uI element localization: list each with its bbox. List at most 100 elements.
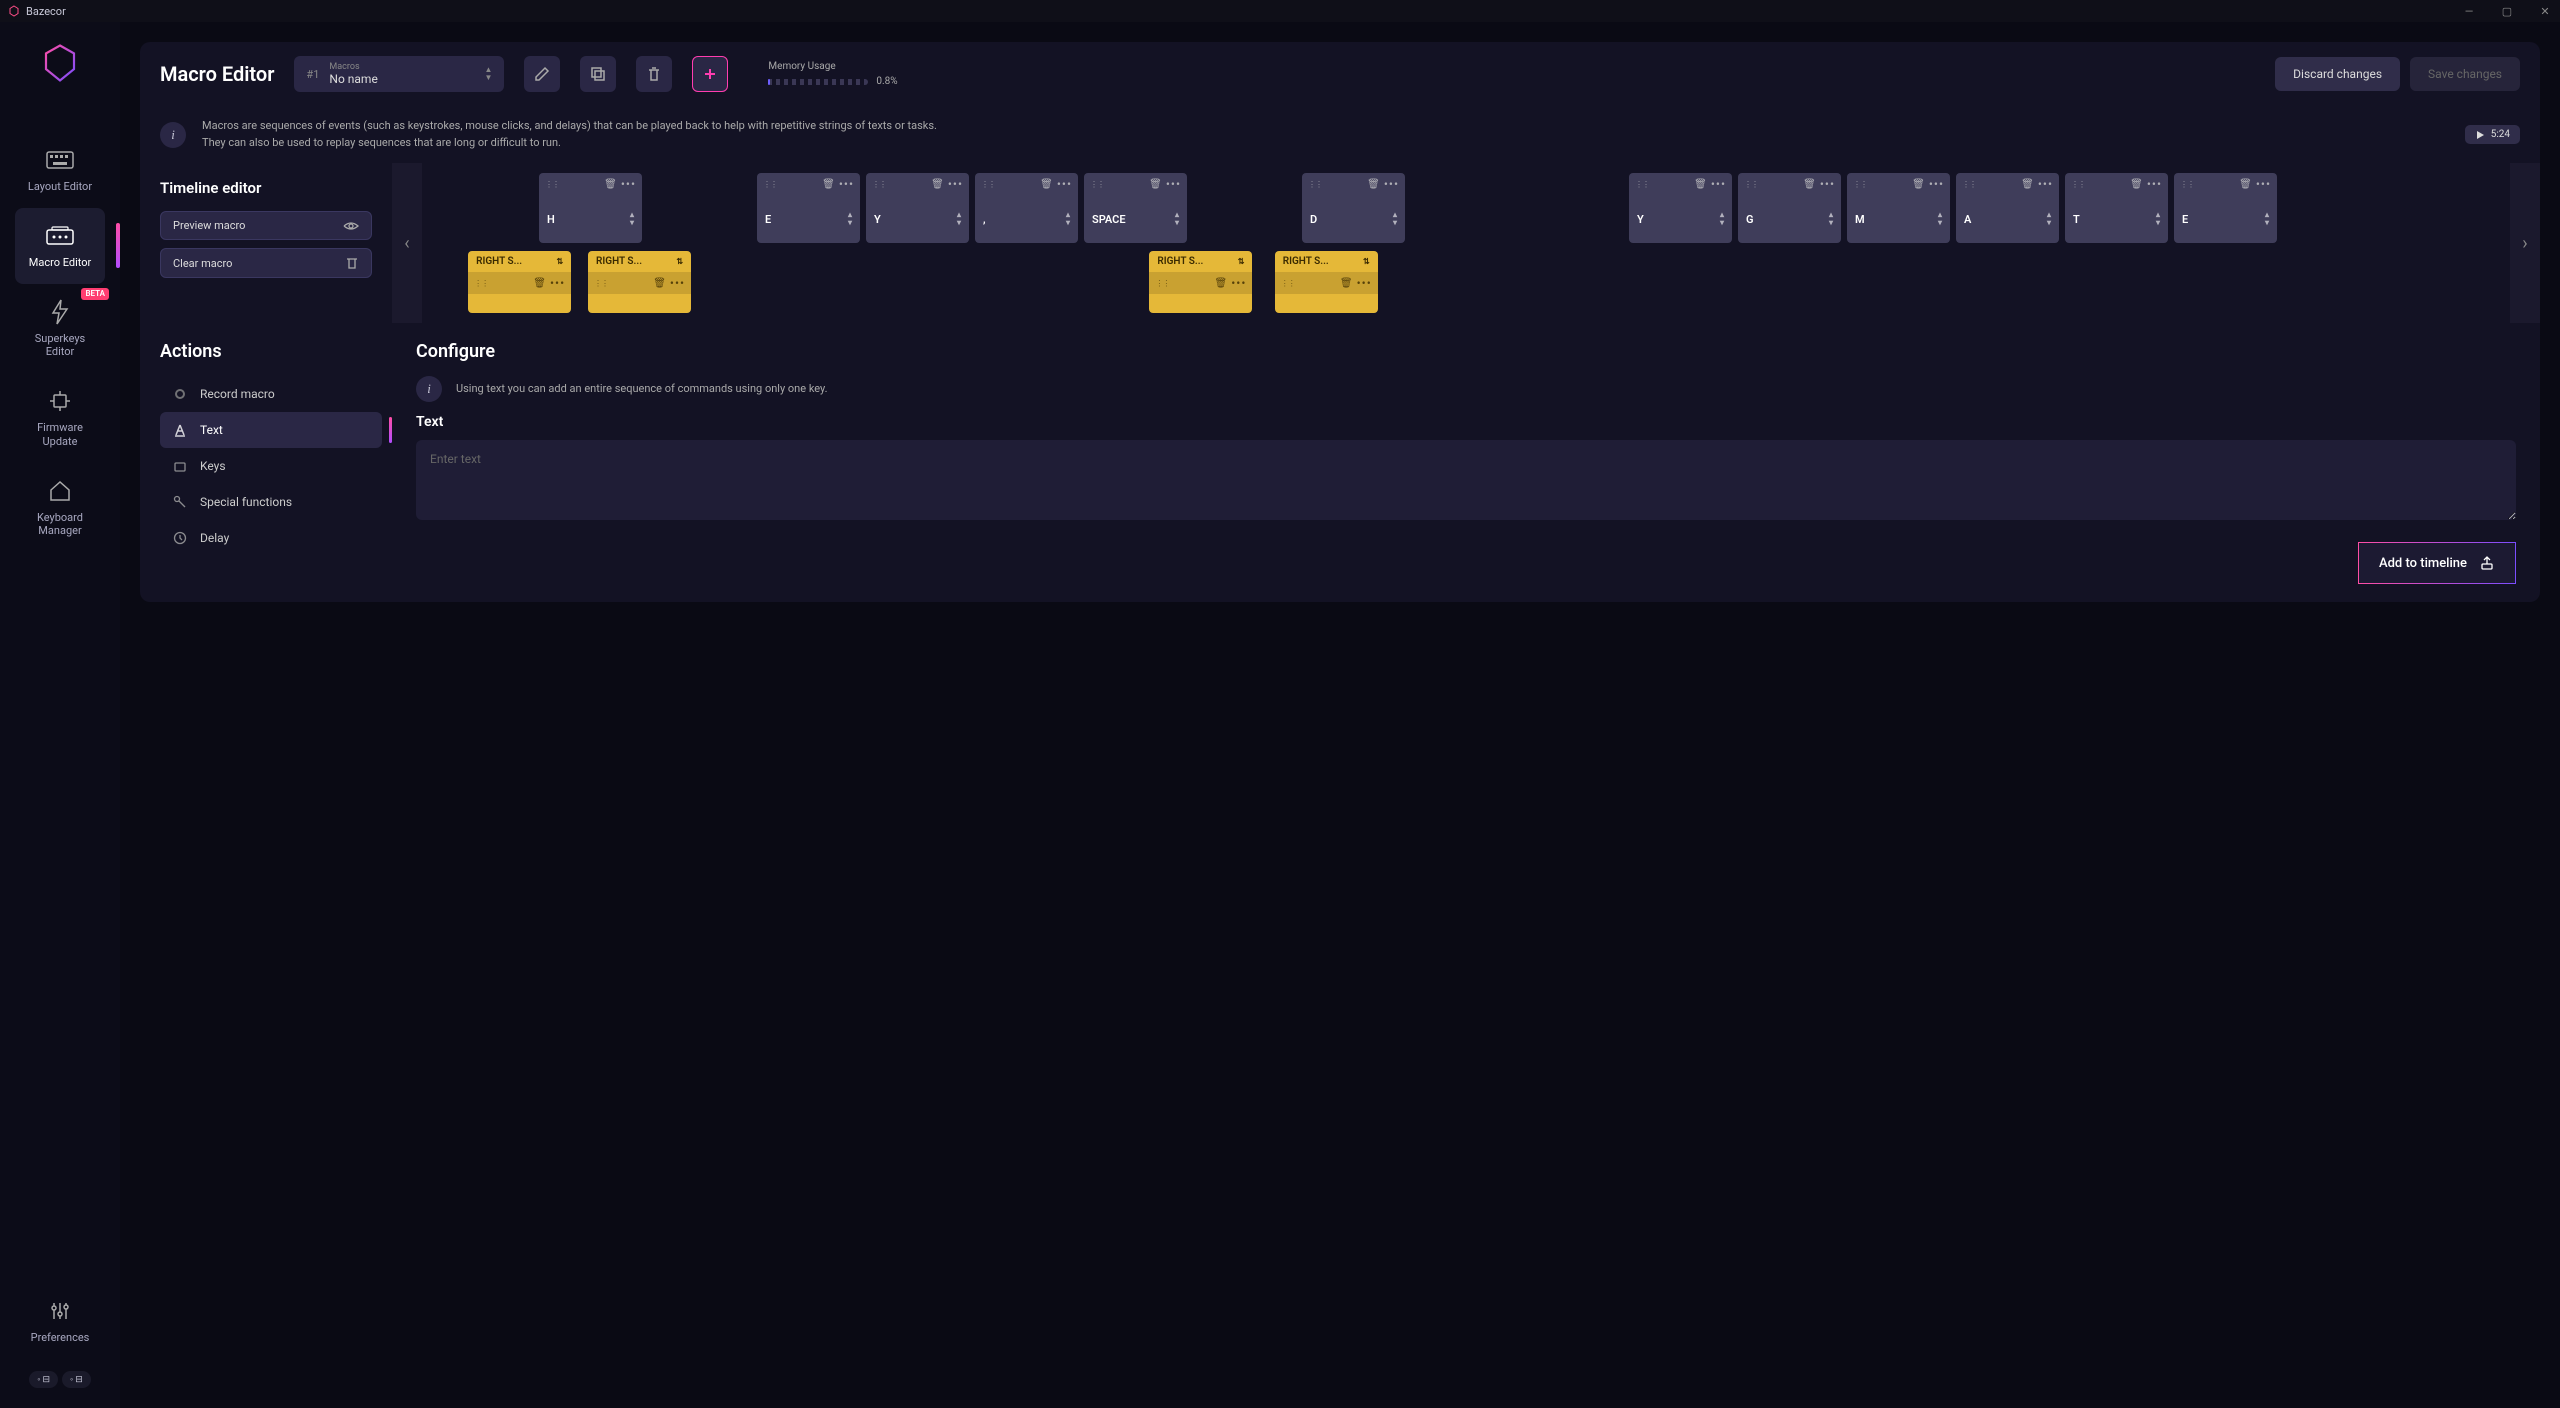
nav-macro-editor[interactable]: Macro Editor [15,208,105,284]
timeline-key-card[interactable]: ⋮⋮ 🗑 ••• Y ▴▾ [866,173,969,243]
window-maximize[interactable]: ▢ [2500,4,2514,18]
add-to-timeline-button[interactable]: Add to timeline [2358,542,2516,584]
drag-handle-icon[interactable]: ⋮⋮ [545,180,559,189]
action-special-functions[interactable]: Special functions [160,484,382,520]
action-record-macro[interactable]: Record macro [160,376,382,412]
window-close[interactable]: ✕ [2538,4,2552,18]
chevron-updown-icon[interactable]: ⇅ [676,257,683,266]
more-icon[interactable]: ••• [1384,177,1399,191]
timeline-key-card[interactable]: ⋮⋮ 🗑 ••• SPACE ▴▾ [1084,173,1187,243]
timeline-scroll-left[interactable]: ‹ [392,163,422,323]
more-icon[interactable]: ••• [1820,177,1835,191]
nav-firmware-update[interactable]: Firmware Update [15,373,105,463]
trash-icon[interactable]: 🗑 [1803,179,1816,190]
timeline-key-card[interactable]: ⋮⋮ 🗑 ••• , ▴▾ [975,173,1078,243]
more-icon[interactable]: ••• [2038,177,2053,191]
chevron-updown-icon[interactable]: ⇅ [1238,257,1245,266]
timeline-key-card[interactable]: ⋮⋮ 🗑 ••• H ▴▾ [539,173,642,243]
trash-icon[interactable]: 🗑 [1367,179,1380,190]
trash-icon[interactable]: 🗑 [1340,278,1353,289]
drag-handle-icon[interactable]: ⋮⋮ [1308,180,1322,189]
timeline-key-card[interactable]: ⋮⋮ 🗑 ••• Y ▴▾ [1629,173,1732,243]
timeline-key-card[interactable]: ⋮⋮ 🗑 ••• D ▴▾ [1302,173,1405,243]
chevron-updown-icon[interactable]: ▴▾ [1938,211,1942,227]
timeline-key-card[interactable]: ⋮⋮ 🗑 ••• T ▴▾ [2065,173,2168,243]
drag-handle-icon[interactable]: ⋮⋮ [1155,279,1169,288]
nav-layout-editor[interactable]: Layout Editor [15,132,105,208]
drag-handle-icon[interactable]: ⋮⋮ [981,180,995,189]
more-icon[interactable]: ••• [550,276,565,290]
copy-button[interactable] [580,56,616,92]
drag-handle-icon[interactable]: ⋮⋮ [1635,180,1649,189]
timeline-modifier-card[interactable]: RIGHT S... ⇅ ⋮⋮ 🗑 ••• [588,251,691,313]
trash-icon[interactable]: 🗑 [653,278,666,289]
action-text[interactable]: Text [160,412,382,448]
timeline-key-card[interactable]: ⋮⋮ 🗑 ••• E ▴▾ [757,173,860,243]
drag-handle-icon[interactable]: ⋮⋮ [1281,279,1295,288]
more-icon[interactable]: ••• [1711,177,1726,191]
action-keys[interactable]: Keys [160,448,382,484]
toggle-right[interactable]: ◦⊟ [62,1371,91,1388]
chevron-updown-icon[interactable]: ▴▾ [1720,211,1724,227]
save-button[interactable]: Save changes [2410,57,2520,91]
chevron-updown-icon[interactable]: ▴▾ [1066,211,1070,227]
more-icon[interactable]: ••• [1057,177,1072,191]
action-delay[interactable]: Delay [160,520,382,556]
drag-handle-icon[interactable]: ⋮⋮ [474,279,488,288]
nav-superkeys-editor[interactable]: BETA Superkeys Editor [15,284,105,374]
clear-macro-button[interactable]: Clear macro [160,248,372,278]
chevron-updown-icon[interactable]: ▴▾ [2156,211,2160,227]
more-icon[interactable]: ••• [948,177,963,191]
chevron-updown-icon[interactable]: ▴▾ [2265,211,2269,227]
timeline-key-card[interactable]: ⋮⋮ 🗑 ••• A ▴▾ [1956,173,2059,243]
more-icon[interactable]: ••• [1929,177,1944,191]
delete-button[interactable] [636,56,672,92]
trash-icon[interactable]: 🗑 [822,179,835,190]
timeline-key-card[interactable]: ⋮⋮ 🗑 ••• G ▴▾ [1738,173,1841,243]
more-icon[interactable]: ••• [2147,177,2162,191]
macro-selector[interactable]: #1 Macros No name ▲▼ [294,56,504,92]
drag-handle-icon[interactable]: ⋮⋮ [1853,180,1867,189]
drag-handle-icon[interactable]: ⋮⋮ [2180,180,2194,189]
add-button[interactable] [692,56,728,92]
nav-preferences[interactable]: Preferences [15,1283,105,1359]
more-icon[interactable]: ••• [621,177,636,191]
chevron-updown-icon[interactable]: ▴▾ [848,211,852,227]
trash-icon[interactable]: 🗑 [931,179,944,190]
chevron-updown-icon[interactable]: ⇅ [556,257,563,266]
chevron-updown-icon[interactable]: ▴▾ [2047,211,2051,227]
trash-icon[interactable]: 🗑 [533,278,546,289]
more-icon[interactable]: ••• [2256,177,2271,191]
more-icon[interactable]: ••• [1357,276,1372,290]
window-minimize[interactable]: — [2462,4,2476,18]
timeline-key-card[interactable]: ⋮⋮ 🗑 ••• M ▴▾ [1847,173,1950,243]
trash-icon[interactable]: 🗑 [1040,179,1053,190]
drag-handle-icon[interactable]: ⋮⋮ [1962,180,1976,189]
timeline-modifier-card[interactable]: RIGHT S... ⇅ ⋮⋮ 🗑 ••• [468,251,571,313]
play-duration[interactable]: 5:24 [2465,125,2520,144]
trash-icon[interactable]: 🗑 [2239,179,2252,190]
drag-handle-icon[interactable]: ⋮⋮ [1090,180,1104,189]
chevron-updown-icon[interactable]: ▴▾ [1393,211,1397,227]
chevron-updown-icon[interactable]: ▴▾ [1829,211,1833,227]
trash-icon[interactable]: 🗑 [2130,179,2143,190]
drag-handle-icon[interactable]: ⋮⋮ [1744,180,1758,189]
nav-keyboard-manager[interactable]: Keyboard Manager [15,463,105,553]
drag-handle-icon[interactable]: ⋮⋮ [763,180,777,189]
more-icon[interactable]: ••• [1231,276,1246,290]
drag-handle-icon[interactable]: ⋮⋮ [872,180,886,189]
toggle-left[interactable]: ◦⊟ [29,1371,58,1388]
trash-icon[interactable]: 🗑 [604,179,617,190]
chevron-updown-icon[interactable]: ▴▾ [1175,211,1179,227]
timeline-key-card[interactable]: ⋮⋮ 🗑 ••• E ▴▾ [2174,173,2277,243]
trash-icon[interactable]: 🗑 [1912,179,1925,190]
more-icon[interactable]: ••• [839,177,854,191]
chevron-updown-icon[interactable]: ▴▾ [630,211,634,227]
timeline-modifier-card[interactable]: RIGHT S... ⇅ ⋮⋮ 🗑 ••• [1149,251,1252,313]
edit-button[interactable] [524,56,560,92]
preview-macro-button[interactable]: Preview macro [160,211,372,240]
drag-handle-icon[interactable]: ⋮⋮ [594,279,608,288]
trash-icon[interactable]: 🗑 [1149,179,1162,190]
trash-icon[interactable]: 🗑 [2021,179,2034,190]
timeline-modifier-card[interactable]: RIGHT S... ⇅ ⋮⋮ 🗑 ••• [1275,251,1378,313]
